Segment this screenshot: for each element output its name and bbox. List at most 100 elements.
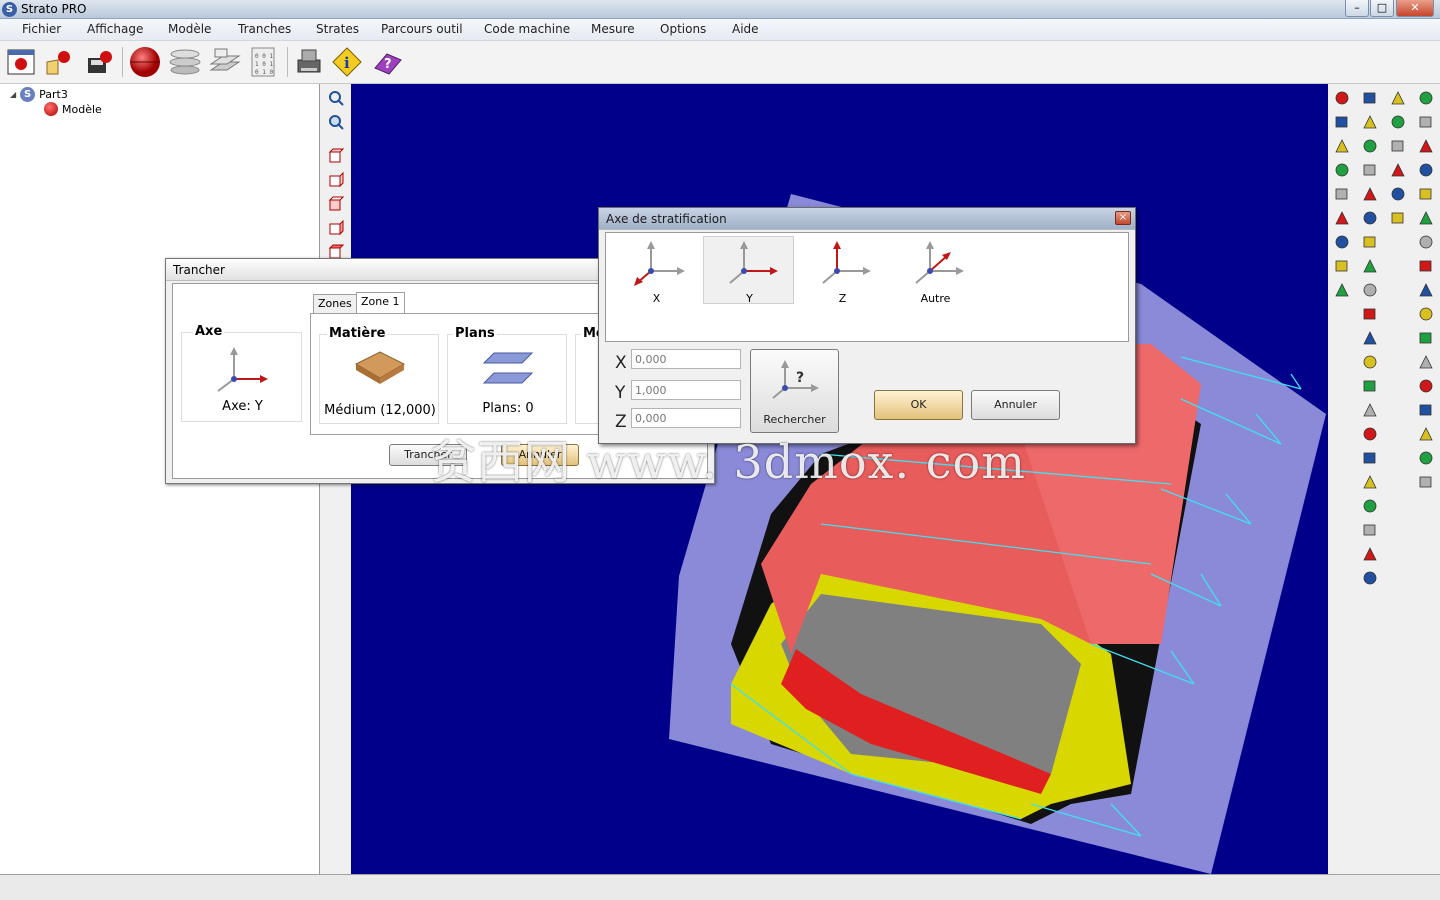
axis-y-button[interactable]: Y [703,236,794,305]
save-model-icon[interactable] [82,45,116,79]
tool-icon[interactable] [1362,474,1378,490]
tool-icon[interactable] [1362,450,1378,466]
menu-affichage[interactable]: Affichage [87,22,143,36]
menu-mesure[interactable]: Mesure [591,22,635,36]
tool-icon[interactable] [1334,114,1350,130]
view-front-icon[interactable] [328,148,344,164]
tool-icon[interactable] [1362,258,1378,274]
model-sphere-icon[interactable] [128,45,162,79]
tool-icon[interactable] [1334,90,1350,106]
tool-icon[interactable] [1362,138,1378,154]
tool-icon[interactable] [1418,378,1434,394]
close-window-button[interactable]: ✕ [1396,0,1434,17]
tool-icon[interactable] [1418,186,1434,202]
axis-other-button[interactable]: Autre [889,236,980,305]
ok-button[interactable]: OK [874,390,963,420]
coord-z-input[interactable] [631,408,741,428]
tool-icon[interactable] [1418,138,1434,154]
tool-icon[interactable] [1362,330,1378,346]
menu-parcours-outil[interactable]: Parcours outil [381,22,463,36]
open-model-icon[interactable] [42,45,76,79]
menu-strates[interactable]: Strates [316,22,359,36]
tool-icon[interactable] [1418,210,1434,226]
tool-icon[interactable] [1418,306,1434,322]
maximize-button[interactable]: □ [1370,0,1394,17]
tool-icon[interactable] [1362,522,1378,538]
tool-icon[interactable] [1390,138,1406,154]
strates-icon[interactable] [208,45,242,79]
tool-icon[interactable] [1334,258,1350,274]
tool-icon[interactable] [1390,162,1406,178]
tool-icon[interactable] [1362,426,1378,442]
tool-icon[interactable] [1418,234,1434,250]
tool-icon[interactable] [1362,234,1378,250]
tool-icon[interactable] [1362,498,1378,514]
tool-icon[interactable] [1362,210,1378,226]
tool-icon[interactable] [1418,450,1434,466]
zoom-window-icon[interactable] [328,90,344,106]
tool-icon[interactable] [1362,162,1378,178]
tool-icon[interactable] [1334,234,1350,250]
tool-icon[interactable] [1418,402,1434,418]
tool-icon[interactable] [1362,402,1378,418]
tool-icon[interactable] [1334,282,1350,298]
tool-icon[interactable] [1362,114,1378,130]
tool-icon[interactable] [1362,546,1378,562]
help-book-icon[interactable]: ? [370,45,404,79]
tool-icon[interactable] [1418,474,1434,490]
annuler-button[interactable]: Annuler [971,390,1060,420]
tool-icon[interactable] [1390,186,1406,202]
menu-fichier[interactable]: Fichier [22,22,61,36]
tool-icon[interactable] [1334,138,1350,154]
zoom-fit-icon[interactable] [328,114,344,130]
tree-item-modele[interactable]: Modèle [44,102,102,116]
minimize-button[interactable]: – [1345,0,1369,17]
tool-icon[interactable] [1418,258,1434,274]
tool-icon[interactable] [1390,114,1406,130]
coord-x-input[interactable] [631,349,741,369]
tool-icon[interactable] [1418,162,1434,178]
tool-icon[interactable] [1418,426,1434,442]
tool-icon[interactable] [1418,90,1434,106]
machine-code-icon[interactable]: 0 0 11 0 10 1 0 [246,45,280,79]
axis-z-button[interactable]: Z [796,236,887,305]
tool-icon[interactable] [1334,186,1350,202]
new-project-icon[interactable] [4,45,38,79]
axis-x-button[interactable]: X [610,236,701,305]
tab-zones[interactable]: Zones [313,294,357,314]
menu-options[interactable]: Options [660,22,706,36]
view-back-icon[interactable] [328,172,344,188]
tool-icon[interactable] [1418,114,1434,130]
machine-icon[interactable] [292,45,326,79]
tool-icon[interactable] [1362,378,1378,394]
tool-icon[interactable] [1362,354,1378,370]
slices-icon[interactable] [168,45,202,79]
tool-icon[interactable] [1362,570,1378,586]
tab-zone-1[interactable]: Zone 1 [356,292,405,314]
matiere-panel[interactable]: Médium (12,000) [319,334,439,424]
tool-icon[interactable] [1418,282,1434,298]
close-icon[interactable]: × [1115,211,1131,225]
menu-code-machine[interactable]: Code machine [484,22,570,36]
tool-icon[interactable] [1418,330,1434,346]
tree-item-part[interactable]: ◢ S Part3 [10,87,68,102]
tool-icon[interactable] [1390,90,1406,106]
coord-y-input[interactable] [631,380,741,400]
tool-icon[interactable] [1390,210,1406,226]
tool-icon[interactable] [1362,282,1378,298]
tool-icon[interactable] [1334,162,1350,178]
tool-icon[interactable] [1362,306,1378,322]
tool-icon[interactable] [1418,354,1434,370]
tool-icon[interactable] [1334,210,1350,226]
menu-modele[interactable]: Modèle [168,22,211,36]
tool-icon[interactable] [1362,90,1378,106]
view-left-icon[interactable] [328,196,344,212]
axe-panel[interactable]: Axe: Y [181,332,302,422]
info-icon[interactable]: i [330,45,364,79]
plans-panel[interactable]: Plans: 0 [447,334,567,424]
rechercher-button[interactable]: ? Rechercher [750,349,839,433]
view-right-icon[interactable] [328,220,344,236]
collapse-arrow-icon[interactable]: ◢ [10,90,16,99]
tool-icon[interactable] [1362,186,1378,202]
menu-aide[interactable]: Aide [732,22,759,36]
